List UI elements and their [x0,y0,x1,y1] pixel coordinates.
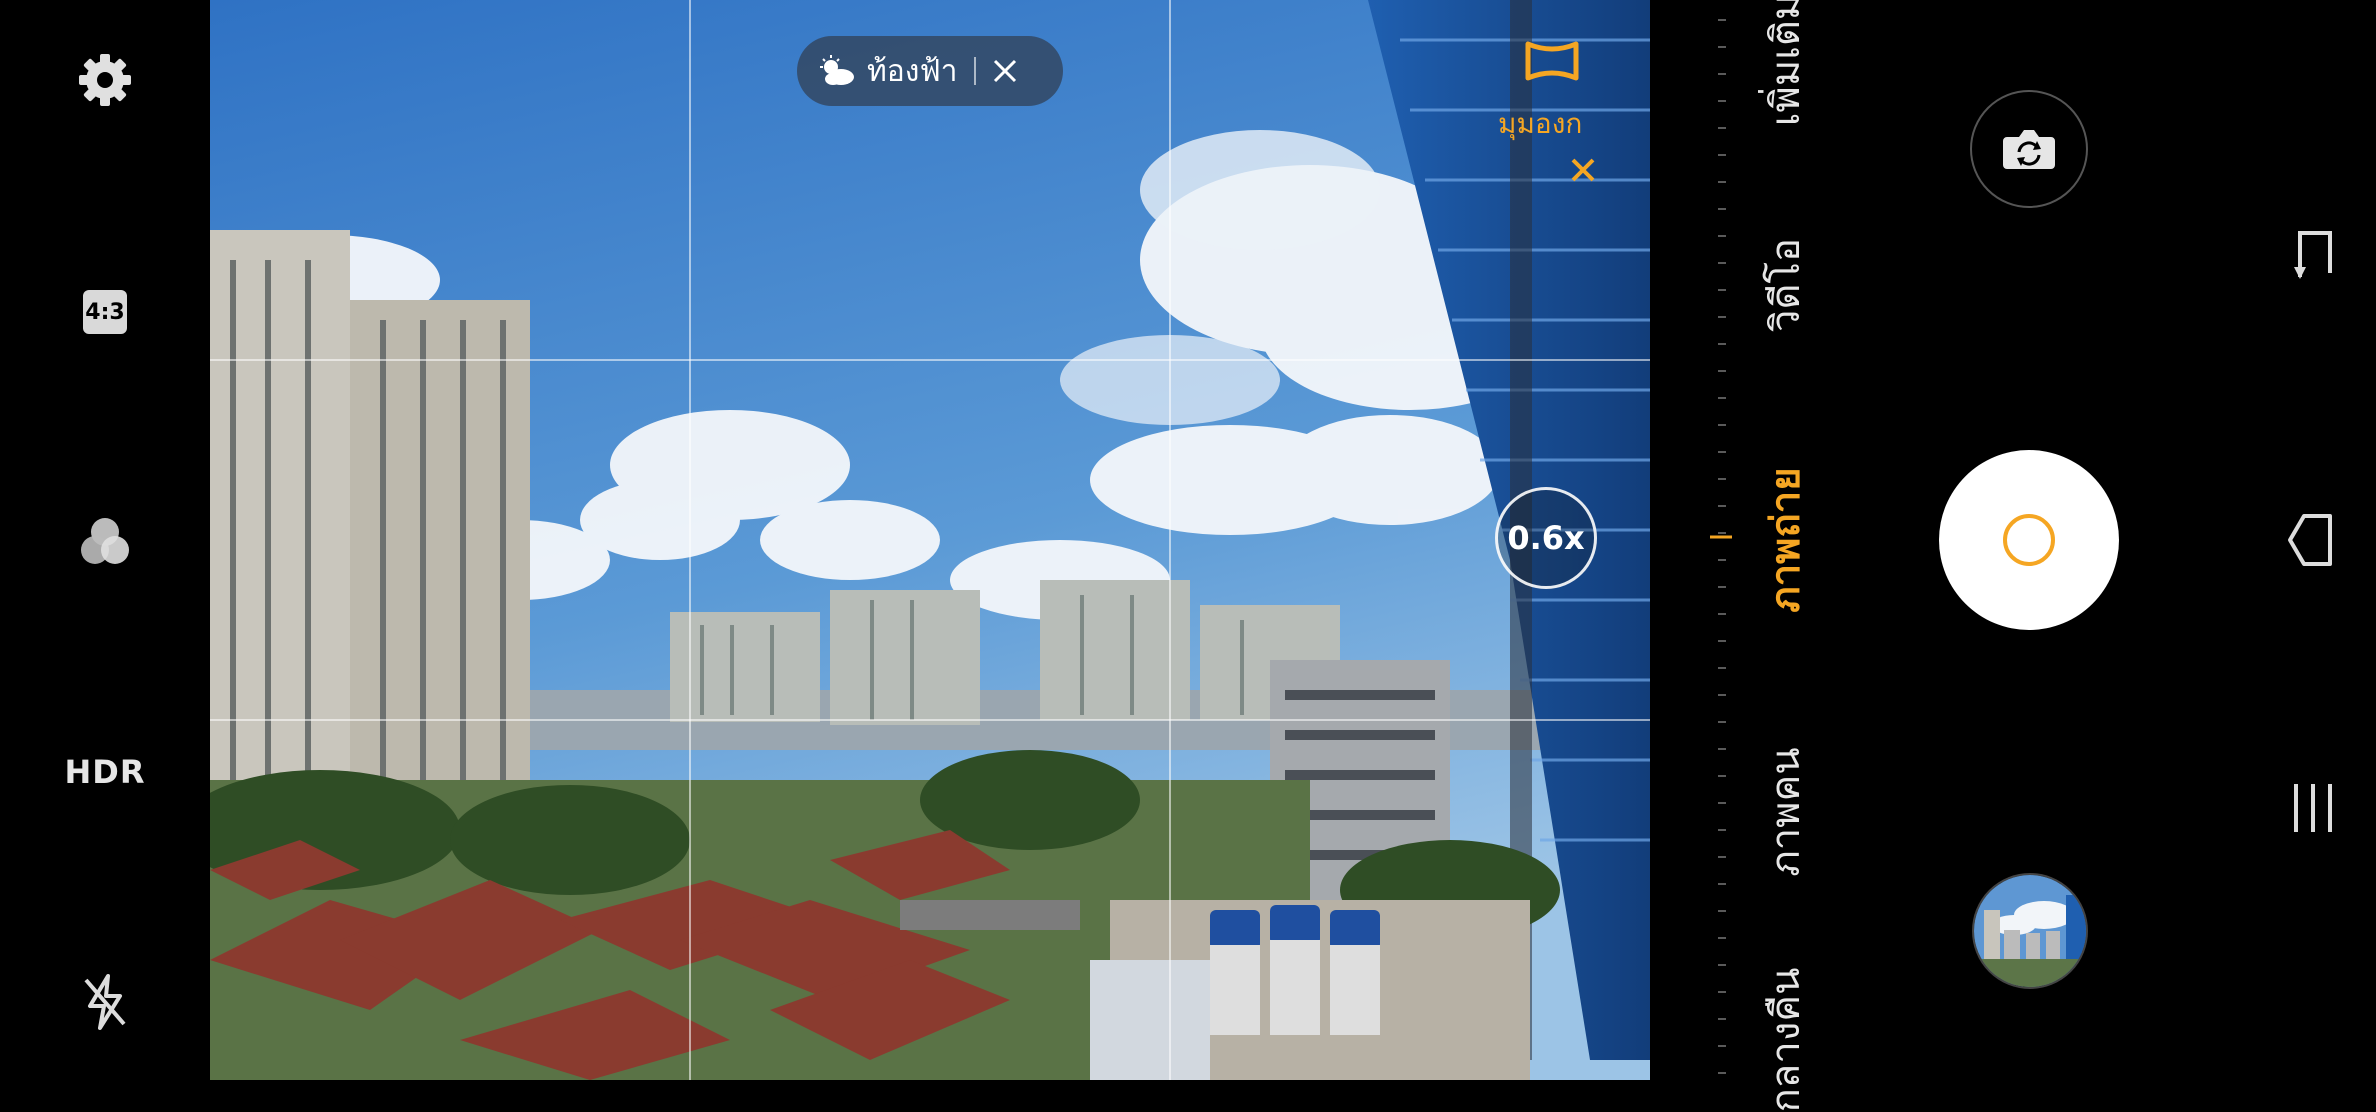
grid-line-vertical [1169,0,1171,1080]
close-icon[interactable] [992,58,1018,84]
ultra-wide-close-icon[interactable] [1568,155,1598,185]
zoom-level-button[interactable]: 0.6x [1495,487,1597,589]
filters-icon[interactable] [77,514,133,570]
grid-line-vertical [689,0,691,1080]
flash-off-icon[interactable] [80,972,130,1032]
gallery-thumbnail[interactable] [1972,873,2088,989]
recent-apps-icon[interactable] [2286,778,2340,838]
mode-night[interactable]: กลางคืน [1753,968,1817,1112]
shutter-ring [2003,514,2055,566]
gear-icon [79,54,131,106]
mode-portrait[interactable]: ภาพคน [1753,747,1817,876]
ultra-wide-icon[interactable] [1522,36,1582,86]
camera-viewfinder[interactable]: ท้องฟ้า มุมองก 0.6x [210,0,1650,1080]
cloud-sun-icon [820,55,854,85]
ultra-wide-label: มุมองก [1498,107,1583,140]
grid-line-horizontal [210,719,1650,721]
switch-camera-button[interactable] [1970,90,2088,208]
mode-video[interactable]: วิดีโอ [1753,238,1817,332]
thumbnail-image [1974,875,2086,987]
switch-camera-icon [2003,130,2055,169]
scene-label: ท้องฟ้า [867,53,958,89]
chip-divider [973,57,976,85]
hdr-button[interactable]: HDR [65,753,146,791]
mode-photo[interactable]: ภาพถ่าย [1753,467,1817,612]
live-preview-image [210,0,1650,1080]
scene-optimizer-chip[interactable]: ท้องฟ้า [797,36,1063,106]
grid-line-horizontal [210,359,1650,361]
rotate-screen-icon[interactable] [2286,223,2340,283]
settings-gear-icon[interactable] [75,50,135,110]
mode-scale[interactable] [1700,0,1740,1080]
back-icon[interactable] [2286,510,2340,570]
aspect-ratio-button[interactable]: 4:3 [83,290,127,334]
left-control-bar: 4:3 HDR [0,0,210,1080]
shutter-button[interactable] [1939,450,2119,630]
mode-more[interactable]: เพิ่มเติม [1753,0,1817,126]
